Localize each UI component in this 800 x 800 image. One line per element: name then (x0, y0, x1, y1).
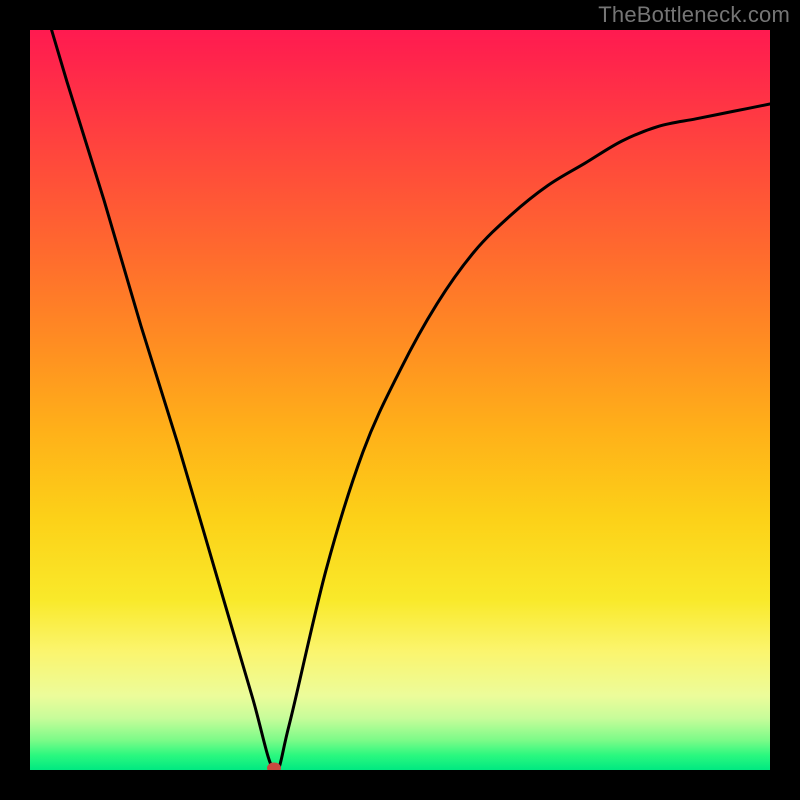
gradient-background (30, 30, 770, 770)
plot-area (30, 30, 770, 770)
minimum-marker (267, 763, 281, 771)
chart-frame: TheBottleneck.com (0, 0, 800, 800)
watermark-text: TheBottleneck.com (598, 2, 790, 28)
